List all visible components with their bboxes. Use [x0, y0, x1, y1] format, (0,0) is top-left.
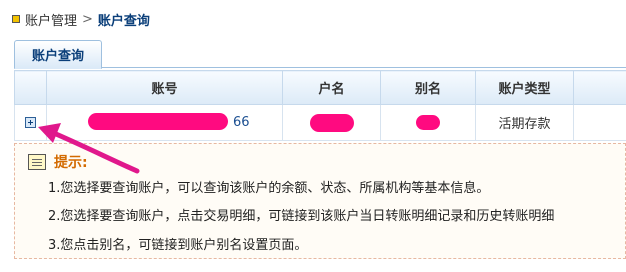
account-number-redaction	[87, 113, 228, 130]
tips-title: 提示:	[54, 155, 88, 171]
account-name-redaction	[309, 113, 354, 132]
tip-line-1: 1.您选择要查询账户，可以查询该账户的余额、状态、所属机构等基本信息。	[48, 181, 490, 196]
expand-cell	[14, 104, 47, 141]
account-number-link[interactable]: 66	[80, 113, 250, 130]
header-alias: 别名	[380, 70, 476, 105]
breadcrumb-current: 账户查询	[97, 13, 150, 29]
tip-line-3: 3.您点击别名，可链接到账户别名设置页面。	[48, 238, 308, 253]
header-account-name: 户名	[282, 70, 381, 105]
tips-header: 提示:	[28, 152, 88, 172]
expand-plus-icon[interactable]	[25, 117, 36, 128]
account-type-cell: 活期存款	[475, 104, 574, 141]
account-number-cell: 66	[46, 104, 283, 141]
note-icon	[28, 154, 46, 170]
header-account-number: 账号	[46, 70, 283, 105]
table-row: 66 活期存款	[14, 104, 626, 141]
account-name-cell	[282, 104, 381, 141]
alias-cell	[380, 104, 476, 141]
account-table: 账号 户名 别名 账户类型 66 活期存款	[14, 70, 626, 141]
tab-account-query[interactable]: 账户查询	[14, 40, 102, 69]
header-expand	[14, 70, 47, 105]
table-header-row: 账号 户名 别名 账户类型	[14, 70, 626, 105]
tab-strip: 账户查询	[14, 40, 626, 69]
breadcrumb-separator: >	[82, 11, 93, 27]
extra-cell	[573, 104, 626, 141]
tip-line-2: 2.您选择要查询账户，点击交易明细，可链接到该账户当日转账明细记录和历史转账明细	[48, 209, 555, 224]
header-account-type: 账户类型	[475, 70, 574, 105]
account-number-visible: 66	[232, 115, 250, 130]
header-extra	[573, 70, 626, 105]
breadcrumb-marker-icon	[12, 15, 20, 23]
breadcrumb: 账户管理 > 账户查询	[12, 10, 150, 29]
alias-redaction[interactable]	[416, 115, 440, 130]
tips-panel: 提示: 1.您选择要查询账户，可以查询该账户的余额、状态、所属机构等基本信息。 …	[14, 143, 626, 259]
breadcrumb-parent[interactable]: 账户管理	[25, 10, 77, 29]
